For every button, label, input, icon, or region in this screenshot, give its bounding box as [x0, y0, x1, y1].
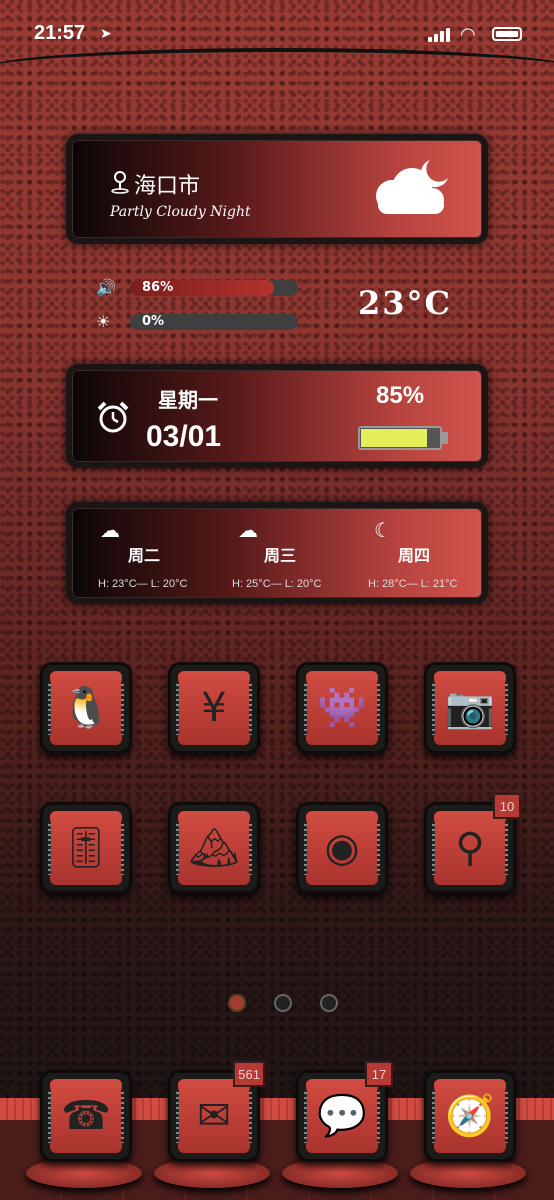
app-icon-alipay[interactable]: ¥ — [168, 662, 260, 754]
battery-icon — [492, 27, 522, 41]
page-dot[interactable] — [228, 994, 246, 1012]
notification-badge: 10 — [493, 793, 521, 819]
brightness-track[interactable]: 0% — [130, 314, 298, 330]
app-icon-necklace[interactable]: ⚲ 10 — [424, 793, 521, 894]
camera-face-icon: 📷 — [445, 685, 495, 731]
app-icon-settings[interactable]: 🎚 — [40, 802, 132, 894]
rotary-phone-icon: ☎ — [61, 1093, 111, 1139]
penguin-icon: 🐧 — [61, 685, 111, 731]
date-label: 03/01 — [146, 420, 222, 453]
dock-pedestal — [154, 1158, 270, 1188]
location-arrow-icon: ➤ — [100, 26, 112, 42]
battery-gauge-fill — [361, 429, 428, 447]
dock-pedestal — [410, 1158, 526, 1188]
cloud-moon-icon — [376, 160, 448, 214]
moon-icon: ☾ — [374, 518, 392, 542]
lens-icon: ◉ — [324, 825, 360, 871]
page-dot[interactable] — [320, 994, 338, 1012]
cellular-signal-icon — [428, 28, 450, 42]
sun-icon: ☀ — [96, 312, 111, 331]
dock-icon-phone[interactable]: ☎ — [40, 1070, 132, 1162]
mountain-icon: 🏔 — [188, 825, 240, 871]
app-icon-camera-cartoon[interactable]: 📷 — [424, 662, 516, 754]
yuan-icon: ¥ — [201, 685, 227, 731]
battery-gauge-tip — [442, 432, 448, 444]
alarm-clock-icon — [97, 401, 129, 433]
cloud-icon: ☁ — [100, 518, 120, 542]
volume-track[interactable]: 86% — [130, 280, 298, 296]
page-indicator[interactable] — [228, 994, 338, 1012]
battery-gauge — [358, 426, 442, 450]
monster-icon: 👾 — [317, 685, 367, 731]
volume-label: 86% — [142, 280, 174, 295]
weather-condition: Partly Cloudy Night — [110, 204, 251, 220]
forecast-high-low: H: 25°C— L: 20°C — [232, 578, 322, 590]
cloud-moon-icon: ☁ — [238, 518, 258, 542]
volume-slider[interactable]: 🔊 86% — [96, 278, 306, 298]
app-icon-camera[interactable]: ◉ — [296, 802, 388, 894]
decorative-arc — [0, 48, 554, 92]
city-name: 海口市 — [134, 174, 201, 199]
forecast-day: ☁ 周二 H: 23°C— L: 20°C — [86, 508, 226, 598]
dock-icon-compass[interactable]: 🧭 — [424, 1070, 516, 1162]
weather-widget[interactable]: 海口市 Partly Cloudy Night — [66, 134, 488, 244]
battery-percent: 85% — [376, 382, 425, 409]
forecast-day-label: 周四 — [398, 546, 431, 565]
speaker-icon: 🔊 — [96, 278, 116, 297]
brightness-slider[interactable]: ☀ 0% — [96, 312, 306, 332]
temperature: 23°C — [358, 284, 452, 322]
page-dot[interactable] — [274, 994, 292, 1012]
dock-icon-mail[interactable]: ✉ 561 — [168, 1061, 265, 1162]
notification-badge: 561 — [233, 1061, 265, 1087]
chat-bubbles-icon: 💬 — [317, 1093, 367, 1139]
forecast-day: ☁ 周三 H: 25°C— L: 20°C — [220, 508, 360, 598]
pendant-icon: ⚲ — [455, 825, 485, 871]
forecast-widget[interactable]: ☁ 周二 H: 23°C— L: 20°C ☁ 周三 H: 25°C— L: 2… — [66, 502, 488, 604]
forecast-day-label: 周三 — [264, 546, 297, 565]
sliders-icon: 🎚 — [60, 825, 112, 871]
mail-icon: ✉ — [197, 1093, 231, 1139]
dock-pedestal — [282, 1158, 398, 1188]
clock-time: 21:57 — [34, 22, 86, 44]
app-icon-game[interactable]: 👾 — [296, 662, 388, 754]
forecast-high-low: H: 28°C— L: 21°C — [368, 578, 458, 590]
forecast-day-label: 周二 — [128, 546, 161, 565]
weekday-label: 星期一 — [158, 388, 218, 412]
brightness-label: 0% — [142, 314, 165, 329]
app-icon-photos[interactable]: 🏔 — [168, 802, 260, 894]
compass-icon: 🧭 — [445, 1093, 495, 1139]
app-icon-qq[interactable]: 🐧 — [40, 662, 132, 754]
date-battery-widget[interactable]: 星期一 03/01 85% — [66, 364, 488, 468]
notification-badge: 17 — [365, 1061, 393, 1087]
forecast-day: ☾ 周四 H: 28°C— L: 21°C — [354, 508, 494, 598]
dock-icon-wechat[interactable]: 💬 17 — [296, 1061, 393, 1162]
forecast-high-low: H: 23°C— L: 20°C — [98, 578, 188, 590]
dock-pedestal — [26, 1158, 142, 1188]
location-pin-icon — [111, 171, 129, 194]
wifi-icon: ◠ — [460, 24, 476, 45]
